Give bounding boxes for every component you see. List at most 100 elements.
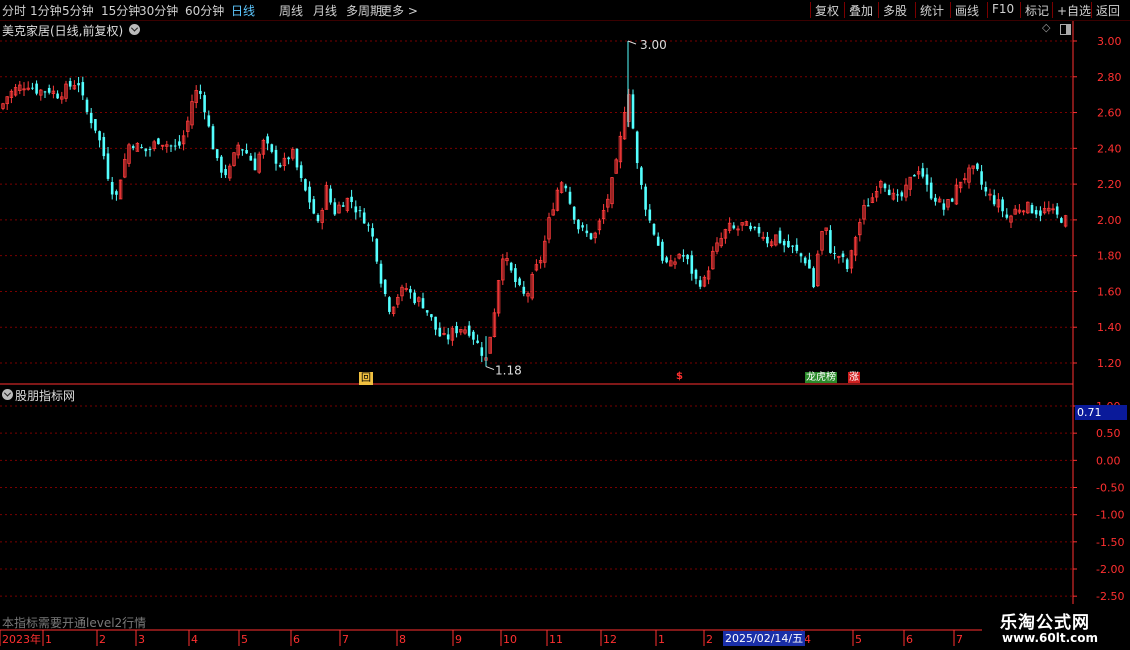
period-tab-0[interactable]: 分时 <box>2 2 26 19</box>
candle-body-down <box>304 179 307 191</box>
candle-body-down <box>207 115 211 127</box>
candle-body-down <box>1060 218 1063 223</box>
period-tab-10[interactable]: 更多 > <box>380 2 418 19</box>
candle-body-down <box>925 174 929 185</box>
period-tab-6[interactable]: 日线 <box>231 2 255 19</box>
toolbar-button-8[interactable]: 返回 <box>1096 2 1120 19</box>
candle-body-down <box>812 268 815 288</box>
toolbar-button-5[interactable]: F10 <box>992 2 1014 16</box>
time-label: 2 <box>99 633 106 646</box>
time-label: 7 <box>956 633 963 646</box>
period-tab-9[interactable]: 多周期 <box>346 2 382 19</box>
candle-body-down <box>367 224 370 226</box>
chevron-down-icon[interactable] <box>129 24 140 35</box>
toolbar-button-6[interactable]: 标记 <box>1025 2 1049 19</box>
candle-body-down <box>795 244 799 251</box>
candle-body-down <box>942 203 946 210</box>
candle-body-down <box>98 131 101 141</box>
candle-body-down <box>1001 199 1004 212</box>
candle-body-down <box>1030 204 1034 214</box>
candle-body-down <box>94 119 97 131</box>
toolbar-separator <box>844 2 845 18</box>
indicator-chevron-icon[interactable] <box>2 389 13 400</box>
candle-body-down <box>312 199 316 214</box>
toolbar-separator <box>987 2 988 18</box>
candle-body-down <box>472 331 475 340</box>
candle-body-down <box>799 253 803 257</box>
indicator-title[interactable]: 股朋指标网 <box>15 387 75 404</box>
marker-dollar[interactable]: $ <box>675 371 684 382</box>
toolbar-button-7[interactable]: +自选 <box>1057 2 1091 19</box>
candle-body-down <box>148 149 152 151</box>
candle-body-down <box>350 196 353 203</box>
candle-body-down <box>68 81 72 87</box>
candle-body-down <box>270 144 274 152</box>
time-label: 6 <box>906 633 913 646</box>
candlestick-series <box>1 41 1068 367</box>
price-tick-label: 2.40 <box>1097 142 1122 155</box>
candle-body-down <box>131 146 135 149</box>
period-tab-7[interactable]: 周线 <box>279 2 303 19</box>
candle-body-down <box>178 141 181 146</box>
candle-body-down <box>845 259 849 269</box>
period-tab-3[interactable]: 15分钟 <box>101 2 140 19</box>
kline-chart[interactable]: 3.00 2.80 2.60 2.40 2.20 2.00 1.80 1.60 1.40 1.20… <box>0 0 1130 650</box>
stock-title[interactable]: 美克家居(日线,前复权) <box>2 22 123 39</box>
candle-body-down <box>732 225 736 229</box>
toolbar-button-0[interactable]: 复权 <box>815 2 839 19</box>
price-tick-label: 2.20 <box>1097 178 1122 191</box>
candle-body-down <box>833 252 836 254</box>
candle-body-down <box>316 214 320 222</box>
candle-body-down <box>220 156 223 173</box>
price-axis: 3.00 2.80 2.60 2.40 2.20 2.00 1.80 1.60 1.40 1.20 <box>1073 35 1122 370</box>
candle-body-down <box>572 206 576 220</box>
candle-body-down <box>841 253 845 258</box>
period-tab-4[interactable]: 30分钟 <box>139 2 178 19</box>
period-tab-1[interactable]: 1分钟 <box>30 2 62 19</box>
candle-body-down <box>115 191 118 195</box>
candle-body-down <box>644 186 647 210</box>
toolbar-button-3[interactable]: 统计 <box>920 2 944 19</box>
toolbar-button-4[interactable]: 画线 <box>955 2 979 19</box>
indicator-tick-label: 0.50 <box>1096 427 1121 440</box>
time-label: 10 <box>503 633 517 646</box>
candle-body-down <box>413 292 416 304</box>
period-tab-5[interactable]: 60分钟 <box>185 2 224 19</box>
candle-body-down <box>900 192 904 197</box>
candle-body-down <box>278 165 282 167</box>
time-label: 2023年 <box>2 632 41 646</box>
marker-callback[interactable]: 回 <box>359 372 373 385</box>
candle-body-down <box>102 137 106 157</box>
indicator-current-value: 0.71 <box>1075 405 1127 420</box>
candle-body-down <box>883 183 887 189</box>
window-toggle-icon[interactable] <box>1060 24 1071 35</box>
candle-body-down <box>425 310 429 313</box>
candle-body-down <box>698 280 702 287</box>
period-tab-2[interactable]: 5分钟 <box>62 2 94 19</box>
marker-limit-up[interactable]: 涨 <box>848 372 860 383</box>
period-tab-8[interactable]: 月线 <box>313 2 337 19</box>
toolbar-button-1[interactable]: 叠加 <box>849 2 873 19</box>
candle-body-down <box>568 191 572 204</box>
candle-body-down <box>682 255 685 257</box>
candle-body-down <box>476 340 479 343</box>
candle-body-down <box>808 259 811 269</box>
marker-longhu[interactable]: 龙虎榜 <box>805 372 837 383</box>
watermark-name: 乐淘公式网 <box>1000 613 1090 633</box>
time-label: 1 <box>45 633 52 646</box>
candle-body-down <box>379 263 383 284</box>
candle-body-down <box>388 297 391 312</box>
candle-body-down <box>341 205 345 207</box>
candle-body-down <box>77 83 80 86</box>
candle-body-down <box>467 325 471 336</box>
candle-body-down <box>287 157 290 160</box>
candle-body-down <box>661 241 664 261</box>
extreme-annotations: 3.00 1.18 <box>485 38 667 378</box>
diamond-icon[interactable]: ◇ <box>1042 21 1050 34</box>
candle-body-down <box>266 136 269 144</box>
high-label: 3.00 <box>640 38 667 52</box>
candle-body-down <box>409 289 412 293</box>
time-label: 12 <box>603 633 617 646</box>
toolbar-button-2[interactable]: 多股 <box>883 2 907 19</box>
time-label: 5 <box>855 633 862 646</box>
